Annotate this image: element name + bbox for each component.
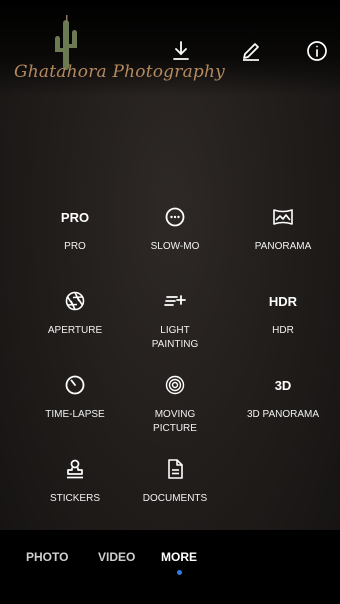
mode-3d-panorama[interactable]: 3D 3D PANORAMA [228,372,338,422]
panorama-icon [228,204,338,230]
mode-stickers[interactable]: STICKERS [20,456,130,506]
mode-light-painting[interactable]: LIGHT PAINTING [120,288,230,352]
mode-label: TIME-LAPSE [45,409,105,420]
hdr-icon: HDR [268,293,298,309]
mode-label: 3D PANORAMA [246,409,320,420]
light-painting-icon [120,288,230,314]
mode-hdr[interactable]: HDR HDR [228,288,338,338]
mode-aperture[interactable]: APERTURE [20,288,130,338]
moving-picture-icon [120,372,230,398]
tab-photo[interactable]: PHOTO [26,550,68,564]
mode-pro[interactable]: PRO PRO [20,204,130,254]
logo-text: Ghatahora Photography [14,62,225,82]
pencil-icon[interactable] [240,40,262,62]
time-lapse-icon [20,372,130,398]
download-icon[interactable] [170,40,192,62]
tab-more[interactable]: MORE [161,550,197,564]
mode-panorama[interactable]: PANORAMA [228,204,338,254]
top-bar: Ghatahora Photography [0,0,340,96]
camera-more-modes-screen: Ghatahora Photography PRO PRO SLOW-MO PA… [0,0,340,604]
mode-label: PRO [64,241,86,252]
mode-label: MOVING PICTURE [153,409,197,434]
aperture-icon [20,288,130,314]
mode-moving-picture[interactable]: MOVING PICTURE [120,372,230,436]
active-tab-indicator [177,570,182,575]
mode-slow-mo[interactable]: SLOW-MO [120,204,230,254]
watermark-logo: Ghatahora Photography [14,14,225,94]
mode-tab-bar: PHOTO VIDEO MORE [0,530,340,604]
info-icon[interactable] [306,40,328,62]
slow-mo-icon [120,204,230,230]
stickers-icon [20,456,130,482]
documents-icon [120,456,230,482]
mode-label: APERTURE [47,325,103,336]
pro-icon: PRO [60,209,90,225]
tab-video[interactable]: VIDEO [98,550,135,564]
mode-label: HDR [272,325,294,336]
3d-panorama-icon: 3D [274,377,292,393]
mode-label: PANORAMA [254,241,312,252]
mode-documents[interactable]: DOCUMENTS [120,456,230,506]
mode-label: DOCUMENTS [142,493,208,504]
mode-label: LIGHT PAINTING [151,325,199,350]
mode-label: SLOW-MO [150,241,200,252]
mode-time-lapse[interactable]: TIME-LAPSE [20,372,130,422]
mode-label: STICKERS [49,493,100,504]
